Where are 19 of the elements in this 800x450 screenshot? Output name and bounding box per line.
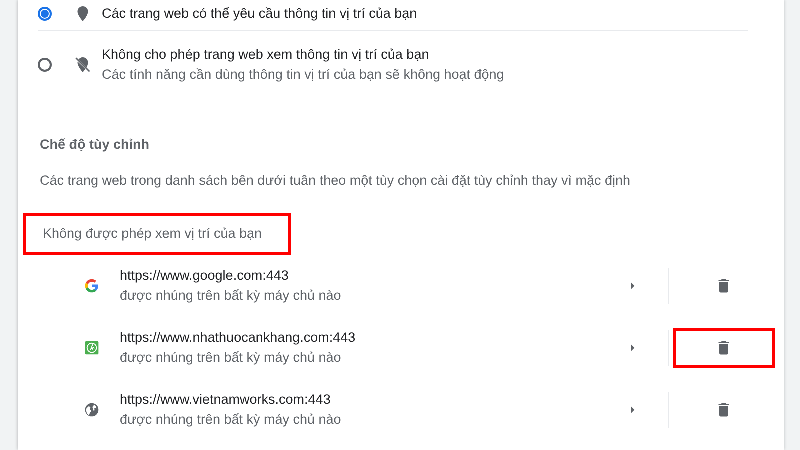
running-person-icon <box>84 340 100 356</box>
section-description: Các trang web trong danh sách bên dưới tuân theo một tùy chọn cài đặt tùy chỉnh thay vì mặc định <box>40 172 632 190</box>
site-url: https://www.vietnamworks.com:443 <box>120 391 332 409</box>
site-description: được nhúng trên bất kỳ máy chủ nào <box>120 349 342 367</box>
globe-icon <box>84 402 100 418</box>
radio-button[interactable] <box>38 7 52 21</box>
site-url: https://www.google.com:443 <box>120 267 290 285</box>
option-description: Các tính năng cần dùng thông tin vị trí của bạn sẽ không hoạt động <box>102 66 504 84</box>
list-heading: Không được phép xem vị trí của bạn <box>23 213 292 255</box>
option-title: Không cho phép trang web xem thông tin vị trí của bạn <box>102 46 430 64</box>
site-url: https://www.nhathuocankhang.com:443 <box>120 329 357 347</box>
crossed-pin-icon <box>74 56 92 74</box>
site-description: được nhúng trên bất kỳ máy chủ nào <box>120 287 342 305</box>
site-description: được nhúng trên bất kỳ máy chủ nào <box>120 411 342 429</box>
option-title: Các trang web có thể yêu cầu thông tin vị trí của bạn <box>102 5 418 23</box>
delete-button[interactable] <box>673 328 775 368</box>
radio-button[interactable] <box>38 58 52 72</box>
google-g-icon <box>84 278 100 294</box>
section-title: Chế độ tùy chỉnh <box>40 136 150 154</box>
